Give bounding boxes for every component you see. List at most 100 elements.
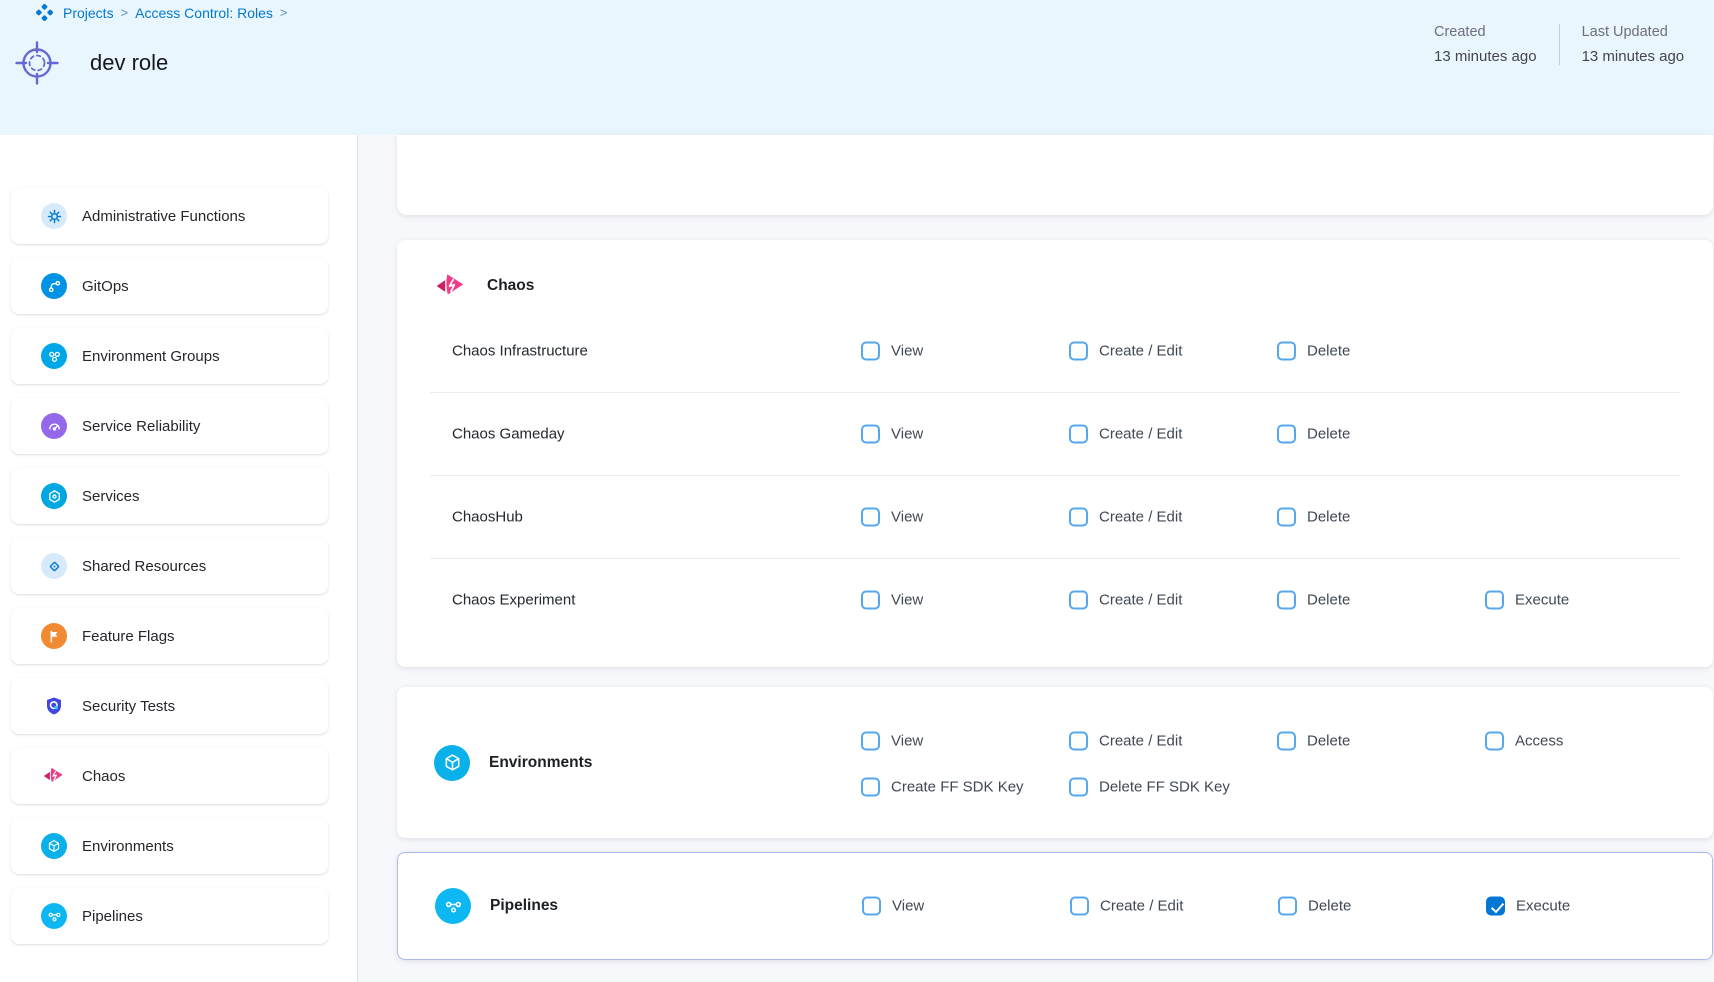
checkbox-create-edit[interactable] bbox=[1069, 342, 1088, 361]
sidebar-item-feature-flags[interactable]: Feature Flags bbox=[11, 608, 328, 664]
checkbox-view[interactable] bbox=[861, 508, 880, 527]
chaos-icon bbox=[41, 763, 67, 789]
checkbox-delete[interactable] bbox=[1277, 508, 1296, 527]
last-updated-label: Last Updated bbox=[1582, 24, 1685, 40]
page-header: Projects > Access Control: Roles > dev r… bbox=[0, 0, 1714, 135]
sidebar-item-label: Administrative Functions bbox=[82, 208, 245, 225]
checkbox-delete[interactable] bbox=[1277, 425, 1296, 444]
permissions-panel: Chaos Chaos Infrastructure View Create /… bbox=[358, 135, 1714, 982]
sidebar-item-administrative-functions[interactable]: Administrative Functions bbox=[11, 188, 328, 244]
checkbox-label: Create FF SDK Key bbox=[891, 779, 1024, 796]
checkbox-label: Delete bbox=[1307, 343, 1350, 360]
sidebar-item-security-tests[interactable]: Security Tests bbox=[11, 678, 328, 734]
sidebar-item-label: Environment Groups bbox=[82, 348, 220, 365]
checkbox-label: Create / Edit bbox=[1099, 592, 1182, 609]
breadcrumb-separator: > bbox=[280, 5, 288, 20]
breadcrumb: Projects > Access Control: Roles > bbox=[36, 4, 287, 21]
sidebar-item-chaos[interactable]: Chaos bbox=[11, 748, 328, 804]
sidebar-item-label: Services bbox=[82, 488, 140, 505]
checkbox-label: Delete bbox=[1307, 509, 1350, 526]
checkbox-create-edit[interactable] bbox=[1070, 897, 1089, 916]
sidebar-item-label: Shared Resources bbox=[82, 558, 206, 575]
chaos-section-title: Chaos bbox=[487, 277, 534, 295]
checkbox-access[interactable] bbox=[1485, 732, 1504, 751]
sidebar-item-label: Service Reliability bbox=[82, 418, 200, 435]
gear-icon bbox=[41, 203, 67, 229]
checkbox-label: Access bbox=[1515, 733, 1563, 750]
checkbox-label: View bbox=[892, 898, 924, 915]
feature-flags-icon bbox=[41, 623, 67, 649]
checkbox-label: Create / Edit bbox=[1099, 426, 1182, 443]
sidebar-item-services[interactable]: Services bbox=[11, 468, 328, 524]
breadcrumb-separator: > bbox=[121, 5, 129, 20]
permission-row-chaos-gameday: Chaos Gameday View Create / Edit Delete bbox=[397, 393, 1713, 475]
card-partial-top bbox=[397, 135, 1713, 215]
pipelines-section-card-selected: Pipelines View Create / Edit Delete Exec… bbox=[397, 852, 1713, 960]
checkbox-delete[interactable] bbox=[1278, 897, 1297, 916]
row-label: ChaosHub bbox=[452, 509, 523, 526]
sidebar-item-label: GitOps bbox=[82, 278, 129, 295]
row-label: Chaos Infrastructure bbox=[452, 343, 588, 360]
page-title: dev role bbox=[90, 50, 168, 76]
checkbox-view[interactable] bbox=[861, 732, 880, 751]
environments-icon bbox=[41, 833, 67, 859]
checkbox-label: Execute bbox=[1516, 898, 1570, 915]
checkbox-label: View bbox=[891, 733, 923, 750]
permission-row-chaos-infrastructure: Chaos Infrastructure View Create / Edit … bbox=[397, 310, 1713, 392]
sidebar-item-label: Security Tests bbox=[82, 698, 175, 715]
checkbox-label: Delete bbox=[1307, 733, 1350, 750]
sidebar-item-label: Chaos bbox=[82, 768, 125, 785]
checkbox-view[interactable] bbox=[861, 425, 880, 444]
checkbox-execute[interactable] bbox=[1485, 591, 1504, 610]
sidebar-item-environments[interactable]: Environments bbox=[11, 818, 328, 874]
checkbox-label: Create / Edit bbox=[1100, 898, 1183, 915]
resource-sidebar: Administrative Functions GitOps Environm… bbox=[0, 135, 357, 982]
sidebar-item-pipelines[interactable]: Pipelines bbox=[11, 888, 328, 944]
checkbox-label: View bbox=[891, 426, 923, 443]
checkbox-label: Delete bbox=[1307, 592, 1350, 609]
breadcrumb-projects-link[interactable]: Projects bbox=[63, 5, 114, 21]
checkbox-delete[interactable] bbox=[1277, 591, 1296, 610]
checkbox-create-edit[interactable] bbox=[1069, 732, 1088, 751]
checkbox-delete[interactable] bbox=[1277, 732, 1296, 751]
checkbox-label: View bbox=[891, 592, 923, 609]
sidebar-item-environment-groups[interactable]: Environment Groups bbox=[11, 328, 328, 384]
checkbox-create-edit[interactable] bbox=[1069, 508, 1088, 527]
checkbox-delete[interactable] bbox=[1277, 342, 1296, 361]
checkbox-label: Delete FF SDK Key bbox=[1099, 779, 1230, 796]
permission-row-pipelines: View Create / Edit Delete Execute bbox=[398, 853, 1712, 959]
checkbox-execute[interactable] bbox=[1486, 897, 1505, 916]
row-label: Chaos Gameday bbox=[452, 426, 565, 443]
role-target-icon bbox=[14, 40, 60, 86]
last-updated-value: 13 minutes ago bbox=[1582, 48, 1685, 65]
checkbox-create-edit[interactable] bbox=[1069, 591, 1088, 610]
service-reliability-icon bbox=[41, 413, 67, 439]
sidebar-item-label: Environments bbox=[82, 838, 174, 855]
created-value: 13 minutes ago bbox=[1434, 48, 1537, 65]
checkbox-create-ff-sdk-key[interactable] bbox=[861, 778, 880, 797]
breadcrumb-roles-link[interactable]: Access Control: Roles bbox=[135, 5, 273, 21]
checkbox-label: View bbox=[891, 509, 923, 526]
pipelines-icon bbox=[41, 903, 67, 929]
checkbox-delete-ff-sdk-key[interactable] bbox=[1069, 778, 1088, 797]
gitops-icon bbox=[41, 273, 67, 299]
environments-section-card: Environments View Create / Edit Delete A… bbox=[397, 687, 1713, 838]
checkbox-view[interactable] bbox=[862, 897, 881, 916]
checkbox-create-edit[interactable] bbox=[1069, 425, 1088, 444]
checkbox-label: View bbox=[891, 343, 923, 360]
permission-row-chaoshub: ChaosHub View Create / Edit Delete bbox=[397, 476, 1713, 558]
services-icon bbox=[41, 483, 67, 509]
projects-logo-icon bbox=[36, 4, 53, 21]
role-meta: Created 13 minutes ago Last Updated 13 m… bbox=[1434, 24, 1706, 65]
checkbox-label: Create / Edit bbox=[1099, 509, 1182, 526]
sidebar-item-shared-resources[interactable]: Shared Resources bbox=[11, 538, 328, 594]
permission-row-chaos-experiment: Chaos Experiment View Create / Edit Dele… bbox=[397, 559, 1713, 641]
sidebar-item-gitops[interactable]: GitOps bbox=[11, 258, 328, 314]
checkbox-view[interactable] bbox=[861, 591, 880, 610]
checkbox-view[interactable] bbox=[861, 342, 880, 361]
chaos-section-icon bbox=[434, 269, 468, 303]
sidebar-item-service-reliability[interactable]: Service Reliability bbox=[11, 398, 328, 454]
checkbox-label: Execute bbox=[1515, 592, 1569, 609]
checkbox-label: Create / Edit bbox=[1099, 343, 1182, 360]
permission-row-environments-ff-sdk: Create FF SDK Key Delete FF SDK Key bbox=[397, 764, 1713, 810]
